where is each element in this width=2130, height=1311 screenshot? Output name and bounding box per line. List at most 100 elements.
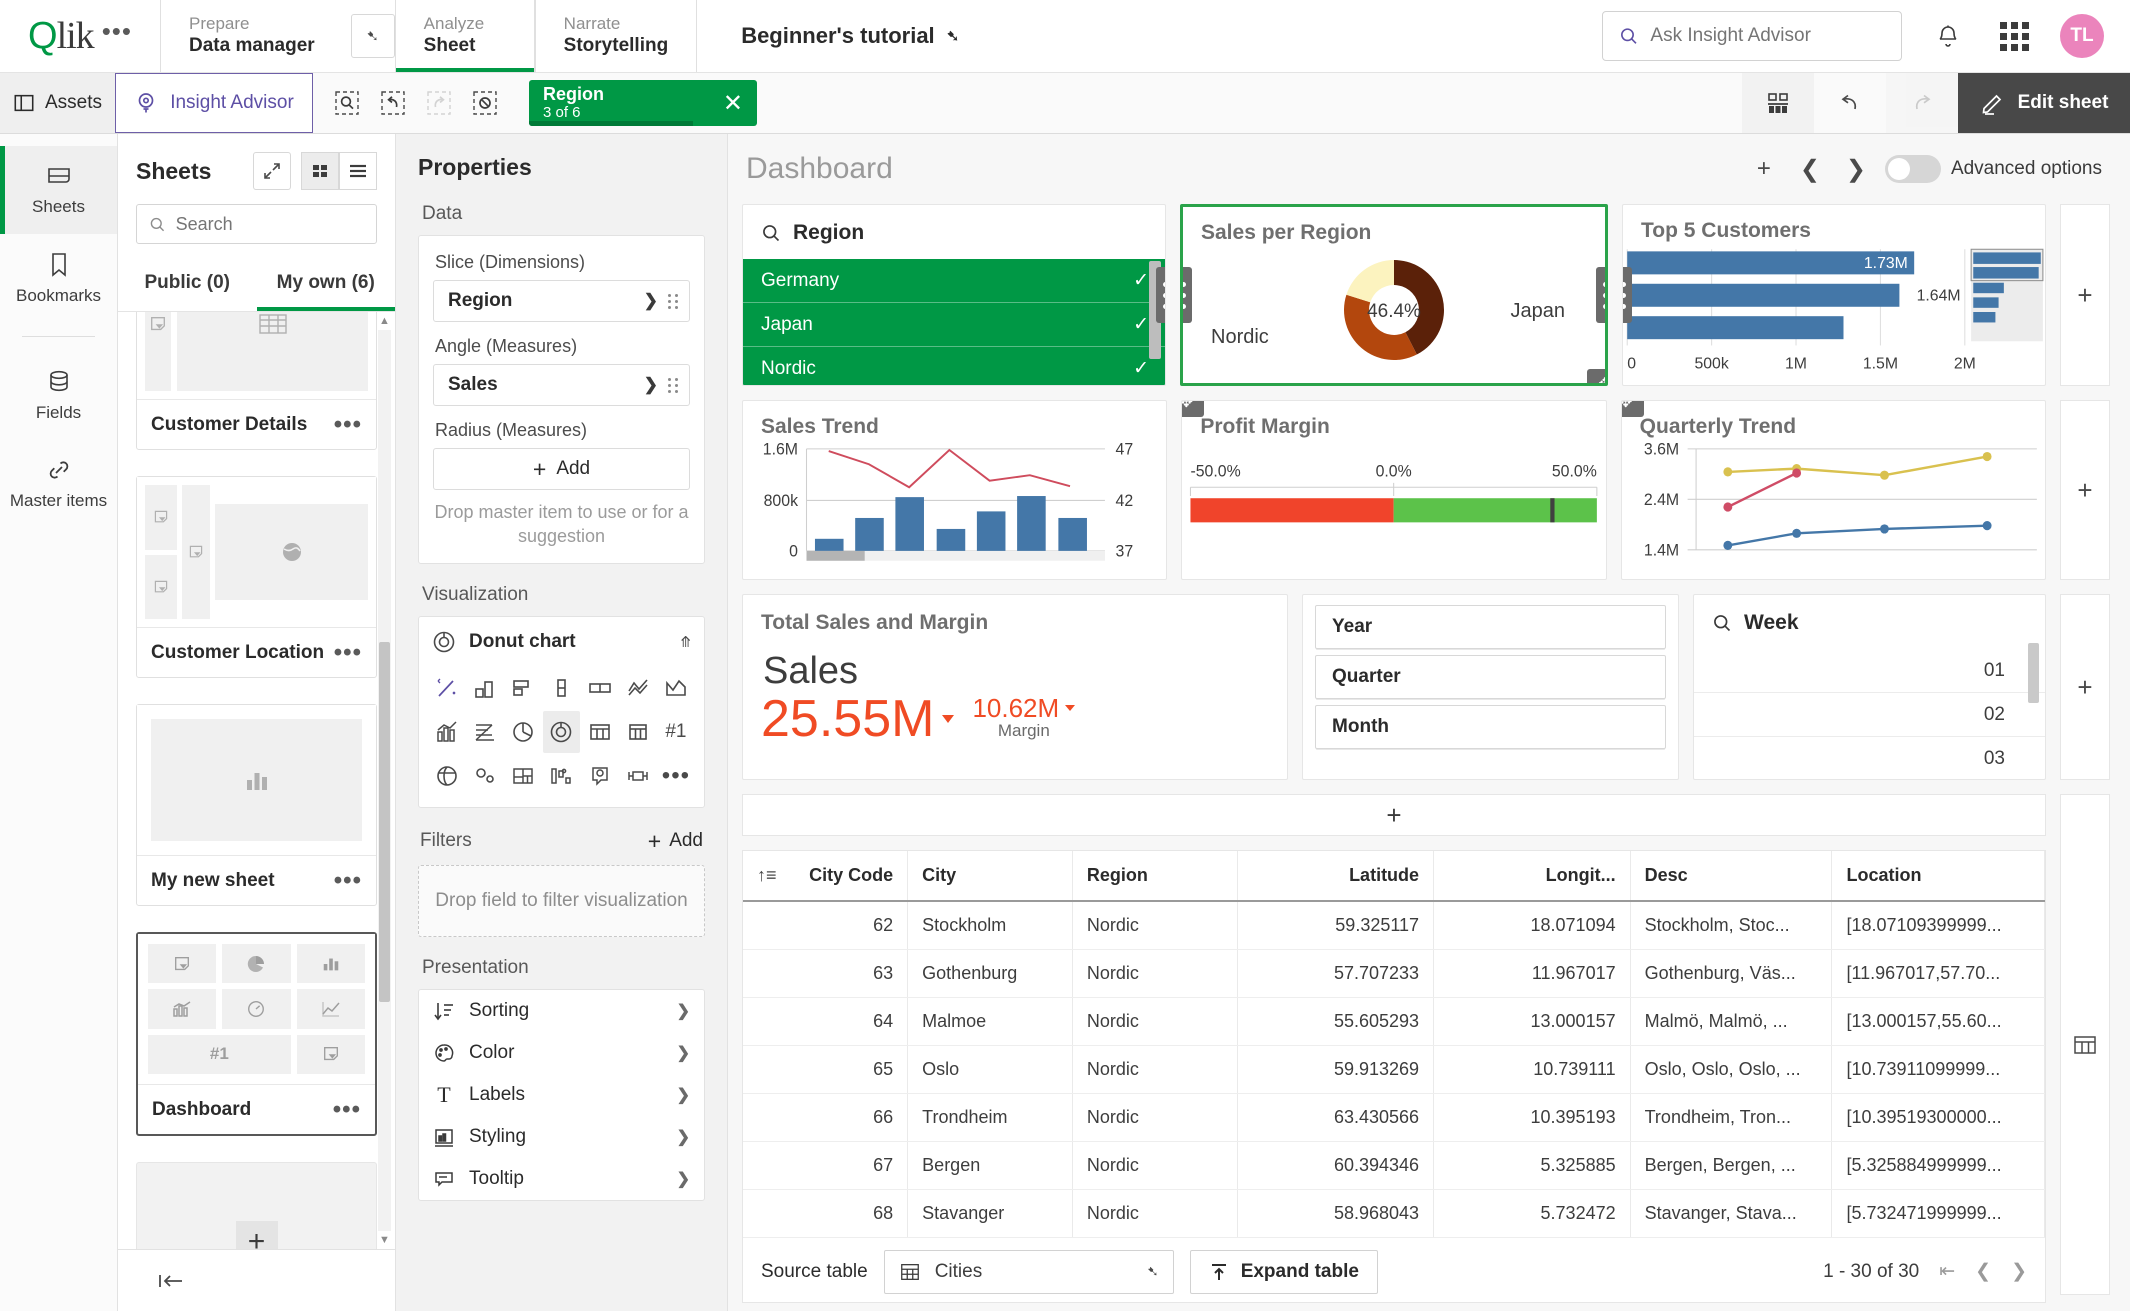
cell-latitude[interactable]: 58.968043: [1237, 1189, 1435, 1238]
object-resize-handle-right[interactable]: [1156, 267, 1165, 323]
notifications-button[interactable]: [1928, 16, 1968, 56]
viz-pie-chart-icon[interactable]: [505, 711, 541, 753]
table-row[interactable]: 67 Bergen Nordic 60.394346 5.325885 Berg…: [743, 1141, 2045, 1190]
add-object-right-kpi[interactable]: +: [2060, 594, 2110, 780]
cell-city-code[interactable]: 64: [743, 997, 909, 1046]
next-page-button[interactable]: ❯: [2011, 1260, 2027, 1283]
cell-desc[interactable]: Oslo, Oslo, Oslo, ...: [1630, 1045, 1833, 1094]
viz-bar-chart-icon[interactable]: [467, 667, 503, 709]
cell-latitude[interactable]: 63.430566: [1237, 1093, 1435, 1142]
insight-advisor-button[interactable]: Insight Advisor: [115, 73, 313, 133]
viz-horizontal-bar-icon[interactable]: [505, 667, 541, 709]
col-location[interactable]: Location: [1831, 851, 2045, 902]
filter-value-japan[interactable]: Japan ✓: [743, 303, 1165, 347]
qlik-logo-cell[interactable]: Qlik •••: [0, 0, 160, 72]
cell-longitude[interactable]: 5.325885: [1433, 1141, 1631, 1190]
sheet-overview-button[interactable]: [1742, 73, 1814, 133]
viz-waterfall-icon[interactable]: [543, 755, 579, 797]
viz-line-chart-icon[interactable]: [620, 667, 656, 709]
insight-advisor-search[interactable]: [1602, 11, 1902, 61]
drag-handle-icon[interactable]: [668, 377, 679, 393]
previous-page-button[interactable]: ❮: [1975, 1260, 1991, 1283]
avatar[interactable]: TL: [2060, 14, 2104, 58]
list-item[interactable]: My new sheet •••: [136, 704, 377, 906]
viz-treemap-icon[interactable]: [505, 755, 541, 797]
date-filter-pane[interactable]: Year Quarter Month: [1302, 594, 1680, 780]
total-sales-margin-kpi[interactable]: Total Sales and Margin Sales 25.55M 10.6…: [742, 594, 1289, 780]
expand-panel-button[interactable]: [253, 152, 291, 190]
col-city[interactable]: City: [907, 851, 1073, 902]
undo-button[interactable]: [1814, 73, 1886, 133]
source-table-select[interactable]: Cities ➷: [883, 1249, 1174, 1294]
sidebar-item-master-items[interactable]: Master items: [0, 439, 117, 527]
cell-city[interactable]: Gothenburg: [907, 949, 1073, 998]
list-item-dashboard[interactable]: #1 Dashboard •••: [136, 932, 377, 1136]
week-value-03[interactable]: 03: [1694, 737, 2045, 779]
viz-text-image-icon[interactable]: [582, 755, 618, 797]
step-forward-selection-button[interactable]: [419, 83, 459, 123]
object-move-handle[interactable]: ✥: [1587, 369, 1605, 383]
cell-city[interactable]: Malmoe: [907, 997, 1073, 1046]
sheets-search-input[interactable]: [175, 213, 364, 235]
quarterly-trend-chart[interactable]: Quarterly Trend 3.6M 2.4M 1.4M: [1620, 400, 2046, 580]
donut-slice-germany[interactable]: [1346, 259, 1394, 302]
redo-button[interactable]: [1886, 73, 1958, 133]
sheets-scrollbar[interactable]: ▲ ▼: [378, 312, 391, 1249]
viz-scatter-plot-icon[interactable]: [467, 755, 503, 797]
sales-per-region-chart[interactable]: Sales per Region 46.4% Japan Nordic: [1180, 204, 1608, 386]
filter-quarter[interactable]: Quarter: [1315, 655, 1667, 699]
table-row[interactable]: 64 Malmoe Nordic 55.605293 13.000157 Mal…: [743, 997, 2045, 1046]
cell-city-code[interactable]: 63: [743, 949, 909, 998]
assets-button[interactable]: Assets: [0, 73, 115, 133]
sheets-search[interactable]: [136, 204, 377, 244]
scroll-thumb[interactable]: [806, 550, 865, 561]
filters-add-button[interactable]: + Add: [648, 828, 703, 855]
cell-region[interactable]: Nordic: [1072, 901, 1238, 950]
nav-section-analyze[interactable]: Analyze Sheet: [394, 0, 535, 72]
sheet-card-menu-icon[interactable]: •••: [334, 641, 362, 664]
cell-longitude[interactable]: 5.732472: [1433, 1189, 1631, 1238]
presentation-item-labels[interactable]: T Labels ❯: [419, 1074, 704, 1116]
viz-more-icon[interactable]: •••: [658, 755, 694, 797]
quarterly-series-b-line[interactable]: [1726, 471, 1797, 509]
collapse-panel-bar[interactable]: [118, 1249, 395, 1311]
week-scrollbar-thumb[interactable]: [2028, 643, 2039, 703]
presentation-item-styling[interactable]: Styling ❯: [419, 1116, 704, 1158]
sidebar-item-sheets[interactable]: Sheets: [0, 146, 117, 234]
app-launcher-button[interactable]: [1994, 16, 2034, 56]
next-sheet-button[interactable]: ❯: [1833, 146, 1879, 192]
filter-value-nordic[interactable]: Nordic ✓: [743, 347, 1165, 385]
search-input[interactable]: [1650, 25, 1885, 47]
chevron-up-icon[interactable]: ⤊: [679, 633, 692, 651]
previous-sheet-button[interactable]: ❮: [1787, 146, 1833, 192]
cell-city-code[interactable]: 66: [743, 1093, 909, 1142]
visualization-header[interactable]: Donut chart ⤊: [429, 627, 694, 667]
cell-latitude[interactable]: 55.605293: [1237, 997, 1435, 1046]
nav-dropdown-chevron-down-icon[interactable]: ➷: [350, 14, 395, 58]
cell-location[interactable]: [5.325884999999...: [1831, 1141, 2045, 1190]
sheet-card-menu-icon[interactable]: •••: [333, 1098, 361, 1121]
region-filter-pane[interactable]: Region Germany ✓ Japan ✓ Nordic ✓: [742, 204, 1166, 386]
cell-latitude[interactable]: 57.707233: [1237, 949, 1435, 998]
sales-trend-margin-line[interactable]: [828, 448, 1071, 489]
object-resize-handle-left[interactable]: [1623, 267, 1632, 323]
slice-dimension-field[interactable]: Region ❯: [433, 280, 690, 322]
cell-region[interactable]: Nordic: [1072, 1141, 1238, 1190]
week-filter-pane[interactable]: Week 01 02 03: [1693, 594, 2046, 780]
profit-bar-positive[interactable]: [1393, 498, 1598, 523]
add-sheet-button[interactable]: +: [1741, 146, 1787, 192]
col-desc[interactable]: Desc: [1630, 851, 1833, 902]
add-object-right-top[interactable]: +: [2060, 204, 2110, 386]
viz-table-icon[interactable]: [582, 711, 618, 753]
cell-longitude[interactable]: 13.000157: [1433, 997, 1631, 1046]
nav-section-prepare[interactable]: Prepare Data manager: [160, 0, 343, 72]
object-move-handle-3[interactable]: ✥: [1621, 401, 1644, 417]
step-back-selection-button[interactable]: [373, 83, 413, 123]
cell-desc[interactable]: Trondheim, Tron...: [1630, 1093, 1833, 1142]
cell-city-code[interactable]: 65: [743, 1045, 909, 1094]
week-value-02[interactable]: 02: [1694, 693, 2045, 737]
col-city-code[interactable]: ↑≡ City Code: [743, 851, 909, 902]
overflow-menu-icon[interactable]: •••: [102, 18, 132, 48]
cell-region[interactable]: Nordic: [1072, 949, 1238, 998]
presentation-item-tooltip[interactable]: Tooltip ❯: [419, 1158, 704, 1200]
